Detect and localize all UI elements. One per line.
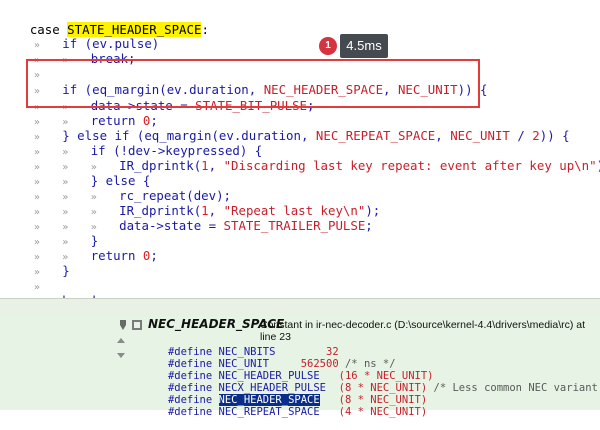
code-editor[interactable]: case STATE_HEADER_SPACE: » if (ev.pulse)… bbox=[0, 0, 600, 298]
symbol-icon bbox=[131, 319, 143, 331]
define-value: (4 * NEC_UNIT) bbox=[339, 406, 428, 418]
paren-close: ); bbox=[597, 158, 600, 173]
define-value: 32 bbox=[326, 346, 339, 358]
code-line: » break; bbox=[4, 271, 107, 291]
string-literal: "Discarding last key repeat: event after… bbox=[224, 158, 597, 173]
annotation-highlight-box bbox=[26, 59, 480, 108]
state-trailer-pulse-macro[interactable]: STATE_TRAILER_PULSE bbox=[224, 218, 366, 233]
define-value: (16 * NEC_UNIT) bbox=[339, 370, 434, 382]
define-name[interactable]: NECX_HEADER_PULSE bbox=[219, 382, 326, 394]
define-directive: #define bbox=[168, 358, 212, 370]
define-name[interactable]: NEC_UNIT bbox=[219, 358, 270, 370]
return-keyword: return bbox=[91, 248, 143, 263]
arrow-up-icon[interactable] bbox=[116, 336, 126, 346]
define-value: (8 * NEC_UNIT) bbox=[339, 382, 428, 394]
define-directive: #define bbox=[168, 382, 212, 394]
colon: : bbox=[201, 22, 208, 37]
define-name-selected[interactable]: NEC_HEADER_SPACE bbox=[219, 394, 320, 406]
annotation-badge: 1 bbox=[319, 37, 337, 55]
define-name[interactable]: NEC_NBITS bbox=[219, 346, 276, 358]
define-comment: /* ns */ bbox=[345, 358, 396, 370]
define-directive: #define bbox=[168, 394, 212, 406]
define-value: (8 * NEC_UNIT) bbox=[339, 394, 428, 406]
horizontal-scrollbar[interactable] bbox=[0, 298, 600, 317]
semicolon: ; bbox=[150, 248, 157, 263]
define-list: #define NEC_NBITS 32 #define NEC_UNIT 56… bbox=[130, 334, 600, 406]
annotation-tooltip: 4.5ms bbox=[340, 34, 388, 58]
define-row: #define NEC_NBITS 32 bbox=[130, 334, 600, 346]
semicolon: ; bbox=[365, 218, 372, 233]
define-directive: #define bbox=[168, 346, 212, 358]
define-comment: /* Less common NEC variant */ bbox=[434, 382, 600, 394]
symbol-context-panel: NEC_HEADER_SPACE Constant in ir-nec-deco… bbox=[0, 316, 600, 410]
define-directive: #define bbox=[168, 370, 212, 382]
arrow-down-icon[interactable] bbox=[116, 350, 126, 360]
define-value: 562500 bbox=[301, 358, 339, 370]
panel-header: NEC_HEADER_SPACE Constant in ir-nec-deco… bbox=[0, 316, 600, 334]
define-directive: #define bbox=[168, 406, 212, 418]
panel-scroll-gutter[interactable] bbox=[116, 318, 126, 408]
define-name[interactable]: NEC_HEADER_PULSE bbox=[219, 370, 320, 382]
define-name[interactable]: NEC_REPEAT_SPACE bbox=[219, 406, 320, 418]
